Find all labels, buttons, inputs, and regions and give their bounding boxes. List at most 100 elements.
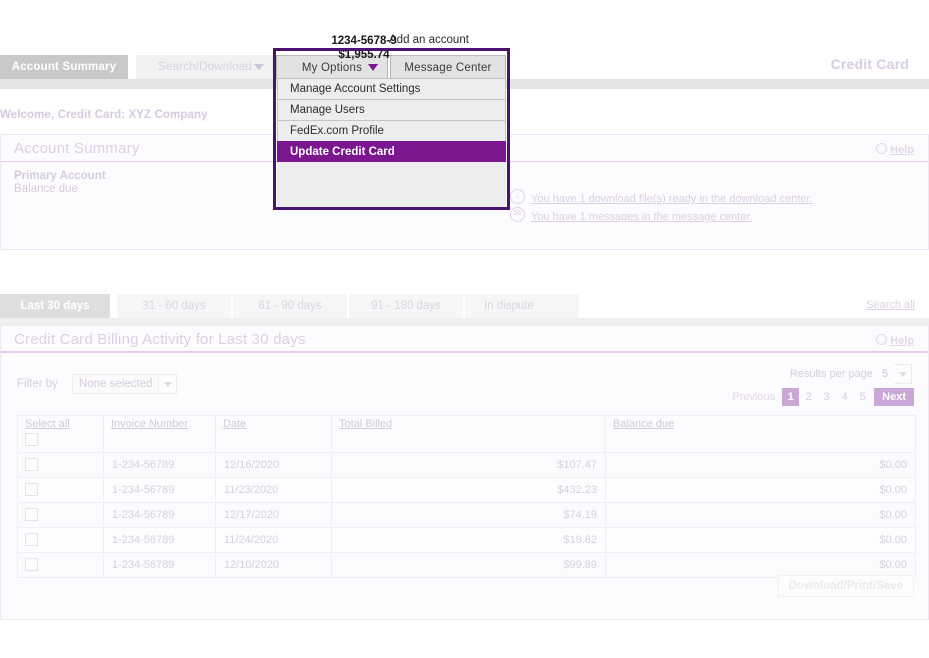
- column-select-all-label: Select all: [25, 418, 70, 430]
- table-row: 1-234-56789 12/17/2020 $74.19 $0.00: [18, 503, 916, 528]
- row-balance-due-cell: $0.00: [606, 528, 916, 553]
- period-tabs: Last 30 days 31 - 60 days 61 - 90 days 9…: [0, 294, 929, 318]
- row-balance-due-value: $0.00: [606, 478, 915, 502]
- filter-by-label: Filter by: [17, 378, 58, 390]
- row-checkbox[interactable]: [25, 483, 38, 496]
- pagination-page-4[interactable]: 4: [836, 388, 853, 406]
- add-an-account-link[interactable]: Add an account: [389, 34, 469, 46]
- row-checkbox[interactable]: [25, 508, 38, 521]
- row-select-cell[interactable]: [18, 553, 104, 578]
- my-options-dropdown-menu: Manage Account Settings Manage Users Fed…: [277, 78, 506, 162]
- row-date-cell: 12/10/2020: [216, 553, 332, 578]
- balance-amount-value: $1,955.74: [296, 48, 432, 62]
- row-checkbox[interactable]: [25, 558, 38, 571]
- row-balance-due-cell: $0.00: [606, 553, 916, 578]
- row-invoice-value: 1-234-56789: [104, 553, 215, 577]
- chevron-down-icon[interactable]: [894, 364, 912, 384]
- pagination-page-2[interactable]: 2: [800, 388, 817, 406]
- row-total-billed-value: $99.89: [332, 553, 605, 577]
- row-total-billed-value: $107.47: [332, 453, 605, 477]
- nav-tab-search-download[interactable]: Search/Download: [136, 55, 274, 79]
- results-per-page-value: 5: [876, 368, 894, 380]
- billing-activity-title: Credit Card Billing Activity for Last 30…: [14, 331, 306, 348]
- pagination-page-3[interactable]: 3: [818, 388, 835, 406]
- nav-tab-account-summary[interactable]: Account Summary: [0, 55, 128, 79]
- download-print-save-button[interactable]: Download/Print/Save: [778, 575, 914, 597]
- row-invoice-value: 1-234-56789: [104, 478, 215, 502]
- row-date-cell: 12/17/2020: [216, 503, 332, 528]
- column-total-billed-label: Total Billed: [339, 418, 392, 430]
- row-balance-due-value: $0.00: [606, 528, 915, 552]
- row-date-cell: 11/24/2020: [216, 528, 332, 553]
- envelope-icon-glyph: ✉: [511, 207, 524, 220]
- brand-title: Credit Card: [831, 56, 909, 72]
- help-label: Help: [890, 144, 914, 156]
- row-invoice-cell: 1-234-56789: [104, 503, 216, 528]
- row-total-billed-value: $19.82: [332, 528, 605, 552]
- row-checkbox[interactable]: [25, 533, 38, 546]
- menu-item-manage-users[interactable]: Manage Users: [277, 99, 506, 120]
- results-per-page-label: Results per page: [790, 368, 873, 380]
- help-icon: [876, 334, 887, 345]
- menu-item-fedex-com-profile[interactable]: FedEx.com Profile: [277, 120, 506, 141]
- menu-item-manage-account-settings[interactable]: Manage Account Settings: [277, 78, 506, 99]
- row-select-cell[interactable]: [18, 528, 104, 553]
- period-tab-91-180-days[interactable]: 91 - 180 days: [349, 294, 463, 318]
- chevron-down-icon: [254, 64, 264, 70]
- filter-by-control: Filter by None selected: [17, 374, 177, 394]
- row-total-billed-cell: $107.47: [332, 453, 606, 478]
- table-body: 1-234-56789 12/16/2020 $107.47 $0.00 1-2…: [18, 453, 916, 578]
- row-total-billed-cell: $19.82: [332, 528, 606, 553]
- download-icon: ↓: [510, 189, 525, 204]
- nav-tab-my-options-label: My Options: [302, 62, 362, 74]
- row-select-cell[interactable]: [18, 503, 104, 528]
- envelope-icon: ✉: [510, 207, 525, 222]
- column-total-billed[interactable]: Total Billed: [332, 416, 606, 453]
- account-summary-help-link[interactable]: Help: [876, 142, 914, 156]
- row-date-value: 11/24/2020: [216, 528, 331, 552]
- column-balance-due-label: Balance due: [613, 418, 674, 430]
- download-notification-link[interactable]: ↓ You have 1 download file(s) ready in th…: [510, 187, 813, 205]
- account-summary-labels: Primary Account Balance due: [14, 170, 106, 196]
- select-all-checkbox[interactable]: [25, 433, 38, 446]
- welcome-text: Welcome, Credit Card: XYZ Company: [0, 109, 208, 121]
- menu-item-update-credit-card[interactable]: Update Credit Card: [277, 141, 506, 162]
- pagination-page-5[interactable]: 5: [854, 388, 871, 406]
- chevron-down-icon[interactable]: [159, 374, 177, 394]
- period-tab-61-90-days[interactable]: 61 - 90 days: [233, 294, 347, 318]
- download-icon-glyph: ↓: [511, 189, 524, 202]
- row-balance-due-value: $0.00: [606, 453, 915, 477]
- billing-help-link[interactable]: Help: [876, 333, 914, 347]
- column-balance-due[interactable]: Balance due: [606, 416, 916, 453]
- download-notification-text: You have 1 download file(s) ready in the…: [531, 193, 813, 205]
- column-invoice-number-label: Invoice Number: [111, 418, 188, 430]
- row-date-cell: 11/23/2020: [216, 478, 332, 503]
- message-notification-link[interactable]: ✉ You have 1 messages in the message cent…: [510, 205, 753, 223]
- period-tab-31-60-days[interactable]: 31 - 60 days: [117, 294, 231, 318]
- row-balance-due-cell: $0.00: [606, 453, 916, 478]
- column-select-all[interactable]: Select all: [18, 416, 104, 453]
- period-tab-last-30-days[interactable]: Last 30 days: [0, 294, 110, 318]
- row-total-billed-value: $74.19: [332, 503, 605, 527]
- column-date[interactable]: Date: [216, 416, 332, 453]
- row-select-cell[interactable]: [18, 478, 104, 503]
- balance-due-label: Balance due: [14, 183, 106, 196]
- row-checkbox[interactable]: [25, 458, 38, 471]
- filter-by-select[interactable]: None selected: [72, 374, 160, 394]
- message-notification-text: You have 1 messages in the message cente…: [531, 211, 753, 223]
- row-select-cell[interactable]: [18, 453, 104, 478]
- nav-tab-message-center-label: Message Center: [404, 62, 491, 74]
- row-invoice-value: 1-234-56789: [104, 528, 215, 552]
- row-invoice-cell: 1-234-56789: [104, 528, 216, 553]
- row-balance-due-value: $0.00: [606, 553, 915, 577]
- column-invoice-number[interactable]: Invoice Number: [104, 416, 216, 453]
- row-balance-due-value: $0.00: [606, 503, 915, 527]
- pagination-previous-button[interactable]: Previous: [725, 388, 782, 406]
- dropdown-panel-backdrop: [277, 162, 506, 207]
- period-tab-in-dispute[interactable]: In dispute: [465, 294, 579, 318]
- table-header: Select all Invoice Number Date Total Bil…: [18, 416, 916, 453]
- search-all-link[interactable]: Search all: [866, 299, 915, 311]
- pagination-page-1[interactable]: 1: [782, 388, 799, 406]
- pagination-next-button[interactable]: Next: [874, 388, 914, 406]
- account-summary-title: Account Summary: [14, 140, 140, 157]
